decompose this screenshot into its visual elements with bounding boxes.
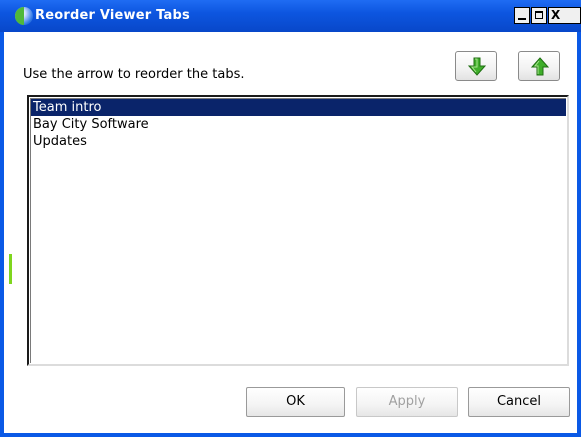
close-icon: X: [551, 8, 561, 22]
arrow-down-icon: [468, 57, 486, 76]
apply-button[interactable]: Apply: [356, 387, 458, 417]
list-item[interactable]: Bay City Software: [31, 116, 566, 133]
ok-button[interactable]: OK: [246, 387, 345, 417]
move-down-button[interactable]: [455, 51, 497, 81]
list-item[interactable]: Updates: [31, 133, 566, 150]
tab-list[interactable]: Team intro Bay City Software Updates: [27, 95, 569, 366]
maximize-button[interactable]: [531, 7, 547, 24]
cancel-button[interactable]: Cancel: [468, 387, 570, 417]
maximize-icon: [535, 11, 543, 19]
window-title: Reorder Viewer Tabs: [35, 8, 190, 23]
close-button[interactable]: X: [548, 7, 581, 24]
title-bar[interactable]: Reorder Viewer Tabs X: [0, 0, 581, 32]
instruction-label: Use the arrow to reorder the tabs.: [23, 67, 245, 82]
window-edge-marker: [9, 254, 12, 284]
list-item[interactable]: Team intro: [31, 99, 566, 116]
minimize-icon: [518, 18, 526, 20]
app-globe-icon: [15, 7, 33, 25]
move-up-button[interactable]: [518, 51, 560, 81]
minimize-button[interactable]: [514, 7, 530, 24]
arrow-up-icon: [531, 57, 549, 76]
